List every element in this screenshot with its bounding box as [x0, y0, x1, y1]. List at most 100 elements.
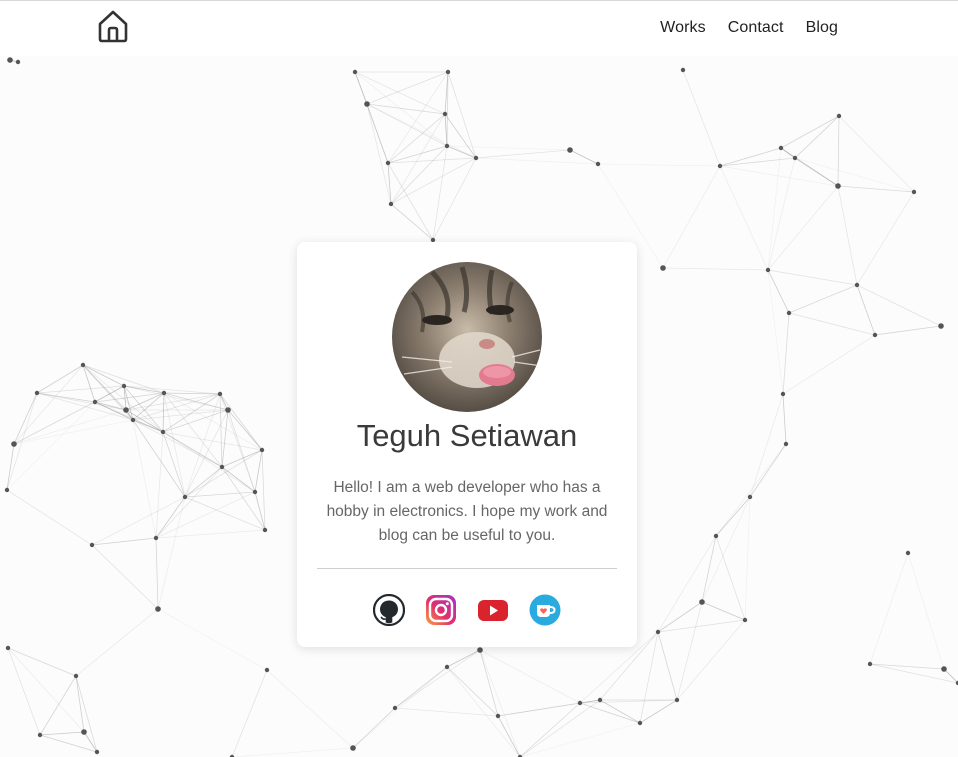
network-line [838, 115, 915, 193]
network-line [366, 103, 446, 115]
nav-links: Works Contact Blog [660, 19, 838, 37]
network-node [15, 59, 21, 65]
network-line [856, 191, 915, 286]
network-line [6, 443, 15, 491]
network-node [4, 487, 10, 493]
network-node [699, 599, 705, 605]
network-line [874, 325, 942, 336]
network-line [519, 699, 601, 757]
network-line [132, 392, 165, 421]
network-line [767, 269, 784, 395]
network-line [219, 393, 223, 468]
network-line [447, 71, 477, 159]
network-node [80, 362, 86, 368]
network-node [264, 667, 270, 673]
network-node [130, 417, 136, 423]
network-node [155, 606, 161, 612]
network-node [182, 494, 188, 500]
network-line [782, 393, 787, 445]
network-node [778, 145, 784, 151]
network-line [837, 115, 840, 187]
network-line [162, 393, 221, 433]
network-line [390, 203, 434, 241]
network-line [475, 149, 571, 159]
home-icon[interactable] [97, 9, 129, 43]
network-node [495, 713, 501, 719]
network-line [219, 393, 263, 451]
network-line [475, 157, 599, 165]
profile-card: Teguh Setiawan Hello! I am a web develop… [297, 242, 637, 647]
network-node [713, 533, 719, 539]
network-line [91, 544, 159, 610]
network-node [872, 332, 878, 338]
nav-link-works[interactable]: Works [660, 19, 706, 37]
network-line [231, 669, 268, 757]
network-node [941, 666, 947, 672]
network-node [655, 629, 661, 635]
network-line [479, 649, 581, 704]
network-line [155, 496, 186, 539]
network-line [657, 535, 717, 633]
network-node [660, 265, 666, 271]
network-line [155, 537, 159, 610]
network-line [155, 491, 256, 539]
network-line [7, 647, 41, 736]
network-node [911, 189, 917, 195]
network-node [742, 617, 748, 623]
network-node [7, 57, 13, 63]
network-line [39, 731, 85, 736]
network-node [445, 69, 451, 75]
network-line [657, 619, 746, 633]
network-line [749, 443, 787, 498]
network-line [75, 675, 98, 753]
network-node [836, 113, 842, 119]
network-node [392, 705, 398, 711]
network-node [388, 201, 394, 207]
network-line [387, 162, 434, 241]
network-line [749, 393, 784, 498]
network-line [767, 269, 790, 314]
network-line [390, 157, 477, 205]
network-line [184, 466, 223, 498]
github-icon[interactable] [372, 593, 406, 627]
nav-link-blog[interactable]: Blog [806, 19, 838, 37]
social-links [297, 593, 637, 627]
navbar: Works Contact Blog [0, 0, 958, 56]
network-line [479, 649, 499, 717]
network-node [161, 390, 167, 396]
network-line [569, 149, 599, 165]
network-line [446, 666, 521, 757]
network-node [444, 143, 450, 149]
network-node [92, 399, 98, 405]
network-line [394, 649, 481, 709]
network-line [446, 666, 499, 717]
network-line [719, 147, 782, 167]
network-line [715, 496, 751, 537]
network-line [794, 157, 915, 193]
network-line [662, 267, 769, 271]
instagram-icon[interactable] [425, 594, 457, 626]
network-line [254, 449, 263, 493]
network-node [595, 161, 601, 167]
network-line [221, 466, 256, 493]
network-line [39, 675, 77, 736]
network-line [788, 284, 858, 314]
network-line [394, 666, 448, 709]
network-line [479, 649, 521, 757]
network-node [905, 550, 911, 556]
network-node [792, 155, 798, 161]
network-line [231, 747, 354, 757]
network-line [639, 699, 678, 724]
kofi-icon[interactable] [529, 594, 561, 626]
nav-link-contact[interactable]: Contact [728, 19, 784, 37]
network-line [352, 666, 448, 749]
network-node [259, 447, 265, 453]
network-node [34, 390, 40, 396]
profile-name: Teguh Setiawan [356, 418, 578, 453]
network-line [7, 647, 85, 733]
network-line [444, 113, 448, 147]
network-node [867, 661, 873, 667]
network-node [567, 147, 573, 153]
youtube-icon[interactable] [477, 594, 509, 626]
network-line [715, 443, 787, 537]
